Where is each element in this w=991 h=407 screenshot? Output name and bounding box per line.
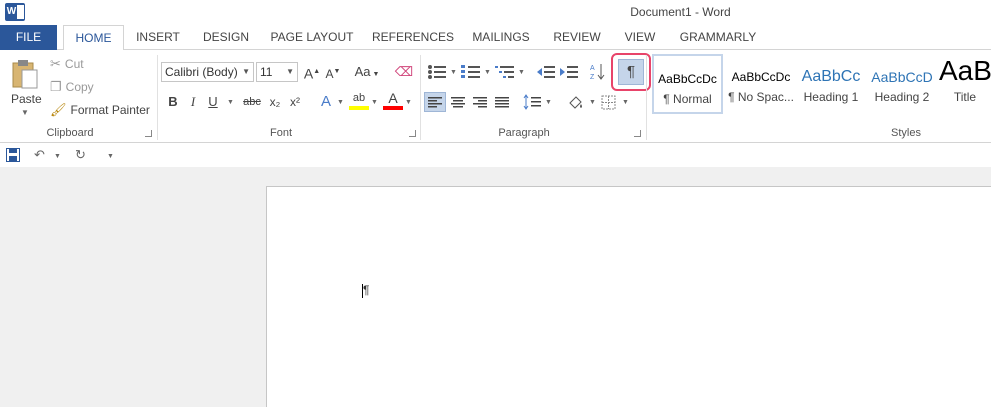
font-group-label: Font [269,127,292,139]
style-no-spacing[interactable]: AaBbCcDc ¶ No Spac... [726,54,796,114]
window-title: Document1 - Word [630,5,731,19]
clear-formatting-icon[interactable]: ⌫ [394,62,414,82]
chevron-down-icon: ▼ [286,67,294,76]
tab-view[interactable]: VIEW [619,25,661,50]
group-divider [646,55,647,140]
group-divider [157,55,158,140]
decrease-indent-icon[interactable] [537,64,555,80]
chevron-down-icon[interactable]: ▼ [337,99,344,106]
format-painter-button[interactable]: 🖌 Format Painter [50,102,150,118]
document-page[interactable]: ¶ [266,186,991,407]
font-name-select[interactable]: Calibri (Body) ▼ [161,62,254,82]
save-icon[interactable] [6,148,20,162]
shrink-font-icon: ▼ [333,68,341,75]
tab-references[interactable]: REFERENCES [372,25,454,50]
chevron-down-icon[interactable]: ▼ [227,99,234,106]
superscript-button[interactable]: x² [285,92,305,112]
line-spacing-icon[interactable] [523,93,543,111]
pilcrow-icon: ¶ [618,59,644,85]
borders-icon[interactable] [600,93,618,111]
svg-text:A: A [590,65,595,72]
copy-button[interactable]: ❐ Copy [50,79,94,95]
chevron-down-icon[interactable]: ▼ [622,99,629,106]
style-title[interactable]: AaB Title [939,54,991,114]
tab-home[interactable]: HOME [63,25,124,51]
tab-mailings[interactable]: MAILINGS [468,25,534,50]
chevron-down-icon[interactable]: ▼ [545,99,552,106]
clipboard-group-label: Clipboard [46,127,94,139]
style-normal[interactable]: AaBbCcDc ¶ Normal [652,54,723,114]
change-case-button[interactable]: Aa ▼ [352,62,382,82]
align-left-icon [428,97,442,108]
subscript-button[interactable]: x₂ [265,92,285,112]
styles-group-label: Styles [891,127,921,139]
cut-button[interactable]: ✂ Cut [50,56,84,72]
justify-icon[interactable] [492,93,512,111]
bullets-icon[interactable] [427,64,447,80]
paragraph-group-label: Paragraph [498,127,550,139]
align-center-icon[interactable] [448,93,468,111]
chevron-down-icon: ▼ [372,71,380,78]
align-right-icon[interactable] [470,93,490,111]
highlight-button[interactable]: ab [349,90,369,110]
increase-indent-icon[interactable] [560,64,578,80]
grow-font-button[interactable]: A▲ [302,62,322,82]
ribbon-tabs: FILE HOME INSERT DESIGN PAGE LAYOUT REFE… [0,25,991,51]
chevron-down-icon[interactable]: ▼ [450,69,457,76]
font-launcher-icon[interactable] [409,130,416,137]
paragraph-launcher-icon[interactable] [634,130,641,137]
copy-icon: ❐ [50,79,62,94]
brush-icon: 🖌 [50,102,67,117]
chevron-down-icon[interactable]: ▼ [518,69,525,76]
paste-button[interactable]: Paste ▼ [6,56,44,124]
shading-icon[interactable] [566,93,586,111]
style-heading-2[interactable]: AaBbCcD Heading 2 [870,54,934,114]
undo-icon[interactable]: ↶ [34,147,45,163]
strikethrough-button[interactable]: abc [240,92,264,112]
clipboard-launcher-icon[interactable] [145,130,152,137]
paste-dropdown-icon[interactable]: ▼ [21,108,29,117]
chevron-down-icon[interactable]: ▼ [589,99,596,106]
customize-qat-icon[interactable]: ▼ [107,153,114,160]
group-divider [420,55,421,140]
tab-file[interactable]: FILE [0,25,57,50]
underline-button[interactable]: U [203,92,223,112]
tab-review[interactable]: REVIEW [551,25,603,50]
tab-design[interactable]: DESIGN [198,25,254,50]
redo-icon[interactable]: ↻ [75,147,86,163]
text-effects-button[interactable]: A [316,92,336,112]
font-color-button[interactable]: A [383,90,403,110]
chevron-down-icon: ▼ [242,67,250,76]
numbering-icon[interactable] [461,64,481,80]
shrink-font-button[interactable]: A▼ [323,62,343,82]
font-size-select[interactable]: 11 ▼ [256,62,298,82]
paste-icon [12,60,38,89]
paste-label: Paste [11,92,42,106]
scissors-icon: ✂ [50,56,61,71]
italic-button[interactable]: I [183,92,203,112]
document-canvas: ¶ [0,167,991,407]
ribbon-home: Paste ▼ ✂ Cut ❐ Copy 🖌 Format Painter Cl… [0,50,991,143]
show-hide-marks-button[interactable]: ¶ [611,53,651,91]
style-heading-1[interactable]: AaBbCc Heading 1 [799,54,863,114]
paragraph-mark: ¶ [363,283,370,297]
title-bar: W Document1 - Word [0,0,991,25]
svg-text:Z: Z [590,74,595,81]
align-left-button[interactable] [424,92,446,112]
tab-grammarly[interactable]: GRAMMARLY [676,25,760,50]
tab-page-layout[interactable]: PAGE LAYOUT [268,25,356,50]
multilevel-list-icon[interactable] [495,64,515,80]
styles-gallery: AaBbCcDc ¶ Normal AaBbCcDc ¶ No Spac... … [651,54,991,116]
chevron-down-icon[interactable]: ▼ [405,99,412,106]
tab-insert[interactable]: INSERT [133,25,183,50]
chevron-down-icon[interactable]: ▼ [54,153,61,160]
sort-icon[interactable]: A Z [590,62,606,82]
grow-font-icon: ▲ [313,68,321,75]
bold-button[interactable]: B [163,92,183,112]
chevron-down-icon[interactable]: ▼ [371,99,378,106]
chevron-down-icon[interactable]: ▼ [484,69,491,76]
quick-access-toolbar: ↶ ▼ ↻ ▼ [0,143,991,167]
